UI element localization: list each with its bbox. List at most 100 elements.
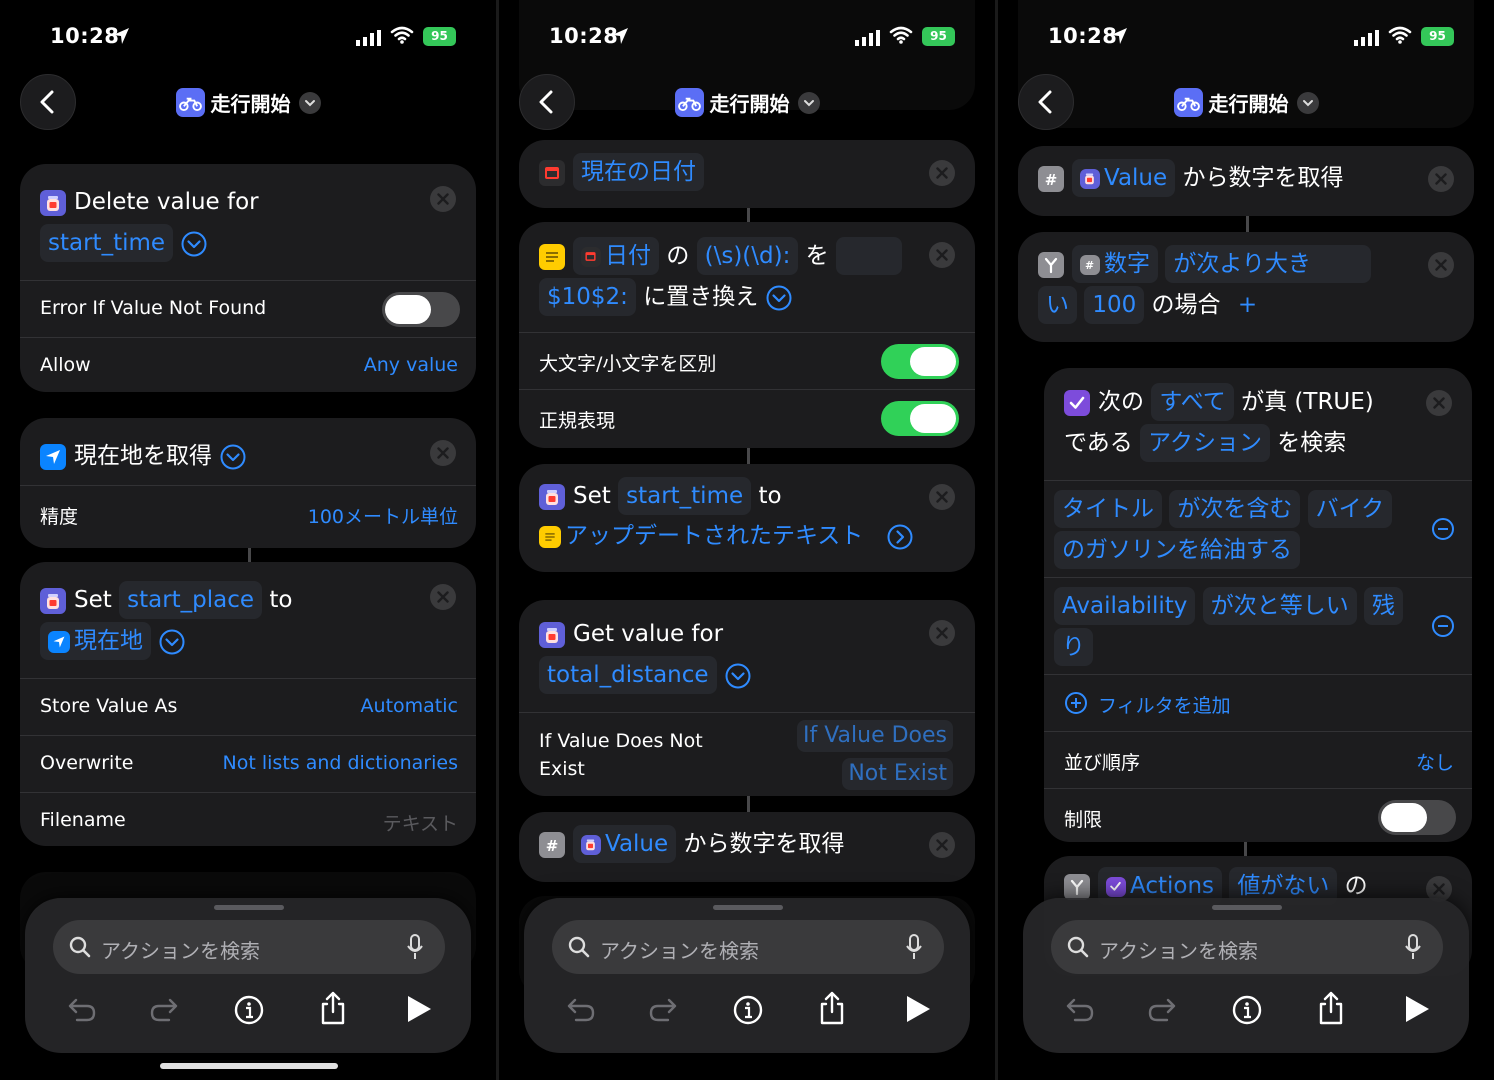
share-icon[interactable] <box>317 990 349 1026</box>
filename-input[interactable]: テキスト <box>383 809 458 836</box>
search-input[interactable]: アクションを検索 <box>552 920 944 974</box>
find-actions-card[interactable]: 次の すべて が真 (TRUE) である アクション を検索 タイトル が次を含… <box>1044 368 1472 842</box>
info-icon[interactable] <box>1231 994 1263 1026</box>
get-numbers-card[interactable]: Value から数字を取得 <box>1018 146 1474 216</box>
add-condition-button[interactable]: + <box>1238 292 1257 318</box>
play-icon[interactable] <box>1403 994 1431 1024</box>
shortcut-title[interactable]: 走行開始 <box>499 88 995 117</box>
redo-icon[interactable] <box>149 994 181 1024</box>
remove-action-button[interactable] <box>1426 390 1452 416</box>
microphone-icon[interactable] <box>1405 934 1421 960</box>
date-token[interactable]: 日付 <box>573 237 659 275</box>
key-token[interactable]: start_place <box>119 581 263 619</box>
shortcut-title[interactable]: 走行開始 <box>998 88 1494 117</box>
remove-action-button[interactable] <box>430 440 456 466</box>
key-token[interactable]: start_time <box>618 477 752 515</box>
condition-token[interactable]: が次より大き <box>1165 245 1371 283</box>
chevron-down-icon[interactable] <box>298 91 321 114</box>
key-token[interactable]: start_time <box>40 224 174 262</box>
filter-property-token[interactable]: タイトル <box>1054 490 1162 528</box>
microphone-icon[interactable] <box>906 934 922 960</box>
number-token[interactable]: 100 <box>1084 286 1145 324</box>
chevron-right-icon[interactable] <box>887 524 913 550</box>
value-token[interactable]: Value <box>573 825 677 863</box>
error-toggle[interactable] <box>382 292 460 327</box>
remove-action-button[interactable] <box>929 832 955 858</box>
value-token[interactable]: 現在地 <box>40 622 151 660</box>
accuracy-row[interactable]: 精度 100メートル単位 <box>20 485 476 542</box>
expand-chevron-icon[interactable] <box>220 444 246 470</box>
undo-icon[interactable] <box>65 994 97 1024</box>
redo-icon[interactable] <box>1147 994 1179 1024</box>
pattern-token[interactable]: (\s)(\d): <box>696 237 799 275</box>
add-filter-row[interactable]: フィルタを追加 <box>1044 674 1472 731</box>
info-icon[interactable] <box>732 994 764 1026</box>
replacement-token[interactable]: $10$2: <box>539 278 636 316</box>
remove-action-button[interactable] <box>430 584 456 610</box>
sort-value[interactable]: なし <box>1416 748 1454 775</box>
sort-row[interactable]: 並び順序 なし <box>1044 731 1472 788</box>
sheet-grabber[interactable] <box>1212 905 1282 910</box>
row-value[interactable]: Not lists and dictionaries <box>223 752 458 774</box>
if-card[interactable]: 数字 が次より大き い 100 の場合 + <box>1018 232 1474 342</box>
updated-text-token[interactable]: アップデートされたテキスト <box>565 523 863 549</box>
actions-token[interactable]: アクション <box>1140 424 1270 462</box>
share-icon[interactable] <box>1315 990 1347 1026</box>
limit-toggle[interactable] <box>1378 800 1456 835</box>
remove-action-button[interactable] <box>929 160 955 186</box>
search-input[interactable]: アクションを検索 <box>1051 920 1443 974</box>
empty-token[interactable] <box>835 237 902 275</box>
number-variable-token[interactable]: 数字 <box>1072 245 1158 283</box>
microphone-icon[interactable] <box>407 934 423 960</box>
undo-icon[interactable] <box>1063 994 1095 1024</box>
chevron-down-icon[interactable] <box>1296 91 1319 114</box>
shortcut-title[interactable]: 走行開始 <box>0 88 496 117</box>
filter-operator-token[interactable]: が次と等しい <box>1202 587 1357 625</box>
expand-chevron-icon[interactable] <box>159 629 185 655</box>
key-token[interactable]: total_distance <box>539 656 717 694</box>
filter-operator-token[interactable]: が次を含む <box>1169 490 1301 528</box>
remove-action-button[interactable] <box>929 242 955 268</box>
get-location-card[interactable]: 現在地を取得 精度 100メートル単位 <box>20 418 476 548</box>
chevron-down-icon[interactable] <box>797 91 820 114</box>
remove-action-button[interactable] <box>430 186 456 212</box>
set-value-card[interactable]: Set start_place to 現在地 Store Value As Au… <box>20 562 476 846</box>
current-date-card[interactable]: 現在の日付 <box>519 140 975 208</box>
play-icon[interactable] <box>904 994 932 1024</box>
share-icon[interactable] <box>816 990 848 1026</box>
expand-chevron-icon[interactable] <box>725 663 751 689</box>
expand-chevron-icon[interactable] <box>766 285 792 311</box>
row-value[interactable]: Automatic <box>361 695 458 717</box>
get-value-card[interactable]: Get value for total_distance If Value Do… <box>519 600 975 796</box>
expand-chevron-icon[interactable] <box>181 231 207 257</box>
filter-value-token-cont[interactable]: り <box>1054 628 1093 666</box>
allow-row[interactable]: Allow Any value <box>20 337 476 392</box>
if-value-not-exist-value[interactable]: If Value Does Not Exist <box>796 717 953 793</box>
accuracy-value[interactable]: 100メートル単位 <box>308 502 458 529</box>
remove-action-button[interactable] <box>1428 252 1454 278</box>
overwrite-row[interactable]: Overwrite Not lists and dictionaries <box>20 735 476 792</box>
redo-icon[interactable] <box>648 994 680 1024</box>
filename-row[interactable]: Filename テキスト <box>20 792 476 846</box>
delete-value-card[interactable]: Delete value for start_time Error If Val… <box>20 164 476 392</box>
sheet-grabber[interactable] <box>214 905 284 910</box>
play-icon[interactable] <box>405 994 433 1024</box>
filter-value-token[interactable]: 残 <box>1364 587 1403 625</box>
remove-action-button[interactable] <box>929 620 955 646</box>
replace-text-card[interactable]: 日付 の (\s)(\d): を $10$2: に置き換え 大文字/小文字を区別… <box>519 222 975 448</box>
remove-action-button[interactable] <box>1428 166 1454 192</box>
sheet-grabber[interactable] <box>713 905 783 910</box>
regex-toggle[interactable] <box>881 401 959 436</box>
remove-filter-icon[interactable] <box>1432 615 1454 637</box>
search-input[interactable]: アクションを検索 <box>53 920 445 974</box>
filter-property-token[interactable]: Availability <box>1054 587 1196 625</box>
filter-row-availability[interactable]: Availability が次と等しい 残 り <box>1044 577 1472 674</box>
condition-token-cont[interactable]: い <box>1038 286 1077 324</box>
remove-action-button[interactable] <box>929 484 955 510</box>
get-numbers-card[interactable]: Value から数字を取得 <box>519 812 975 882</box>
current-date-token[interactable]: 現在の日付 <box>573 153 704 191</box>
all-token[interactable]: すべて <box>1151 383 1234 421</box>
info-icon[interactable] <box>233 994 265 1026</box>
undo-icon[interactable] <box>564 994 596 1024</box>
store-value-as-row[interactable]: Store Value As Automatic <box>20 678 476 735</box>
